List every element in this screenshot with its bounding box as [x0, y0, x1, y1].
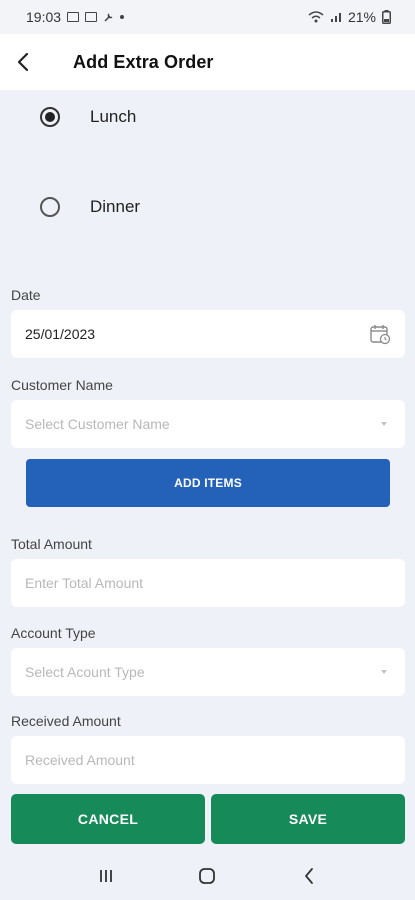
- battery-icon: [382, 10, 391, 24]
- home-icon: [199, 868, 216, 884]
- date-label: Date: [11, 287, 41, 303]
- account-type-select[interactable]: Select Acount Type: [11, 648, 405, 696]
- date-value: 25/01/2023: [25, 326, 96, 342]
- account-type-label: Account Type: [11, 625, 96, 641]
- calendar-button[interactable]: [369, 323, 391, 345]
- status-time: 19:03: [26, 9, 62, 25]
- more-notifications-icon: [120, 15, 125, 19]
- back-arrow-icon: [17, 52, 29, 72]
- back-button[interactable]: [0, 34, 46, 90]
- dropdown-caret-icon: [381, 670, 387, 674]
- total-amount-input[interactable]: Enter Total Amount: [11, 559, 405, 607]
- page-title: Add Extra Order: [73, 51, 214, 72]
- screenshot-notification-icon: [85, 12, 98, 22]
- total-amount-label: Total Amount: [11, 536, 92, 552]
- total-amount-placeholder: Enter Total Amount: [25, 575, 144, 591]
- recents-icon: [99, 870, 112, 882]
- radio-lunch-label: Lunch: [90, 107, 137, 126]
- save-button[interactable]: SAVE: [211, 794, 405, 844]
- signal-icon: [330, 13, 341, 22]
- radio-dinner-label: Dinner: [90, 197, 141, 216]
- status-left: 19:03: [26, 9, 125, 25]
- date-field[interactable]: 25/01/2023: [11, 310, 405, 358]
- received-amount-placeholder: Received Amount: [25, 752, 135, 768]
- calendar-icon: [370, 325, 391, 345]
- radio-option-lunch[interactable]: Lunch: [40, 107, 136, 127]
- customer-name-placeholder: Select Customer Name: [25, 416, 170, 432]
- status-bar: 19:03 21%: [0, 0, 415, 34]
- radio-lunch-indicator[interactable]: [40, 107, 60, 127]
- account-type-placeholder: Select Acount Type: [25, 664, 145, 680]
- radio-selected-dot: [45, 112, 55, 122]
- battery-percent: 21%: [347, 9, 376, 25]
- back-icon: [305, 868, 314, 884]
- system-back-button[interactable]: [284, 856, 334, 896]
- radio-option-dinner[interactable]: Dinner: [40, 197, 140, 217]
- add-items-button[interactable]: ADD ITEMS: [26, 459, 390, 507]
- customer-name-select[interactable]: Select Customer Name: [11, 400, 405, 448]
- radio-dinner-indicator[interactable]: [40, 197, 60, 217]
- home-button[interactable]: [182, 856, 232, 896]
- system-nav-bar: [0, 852, 415, 900]
- cancel-button[interactable]: CANCEL: [11, 794, 205, 844]
- gallery-notification-icon: [67, 12, 80, 22]
- app-bar: Add Extra Order: [0, 34, 415, 90]
- customer-name-label: Customer Name: [11, 377, 113, 393]
- wifi-icon: [308, 11, 324, 23]
- received-amount-input[interactable]: Received Amount: [11, 736, 405, 784]
- dropdown-caret-icon: [381, 422, 387, 426]
- received-amount-label: Received Amount: [11, 713, 121, 729]
- recents-button[interactable]: [81, 856, 131, 896]
- status-right: 21%: [308, 9, 391, 25]
- wrench-notification-icon: [104, 12, 113, 22]
